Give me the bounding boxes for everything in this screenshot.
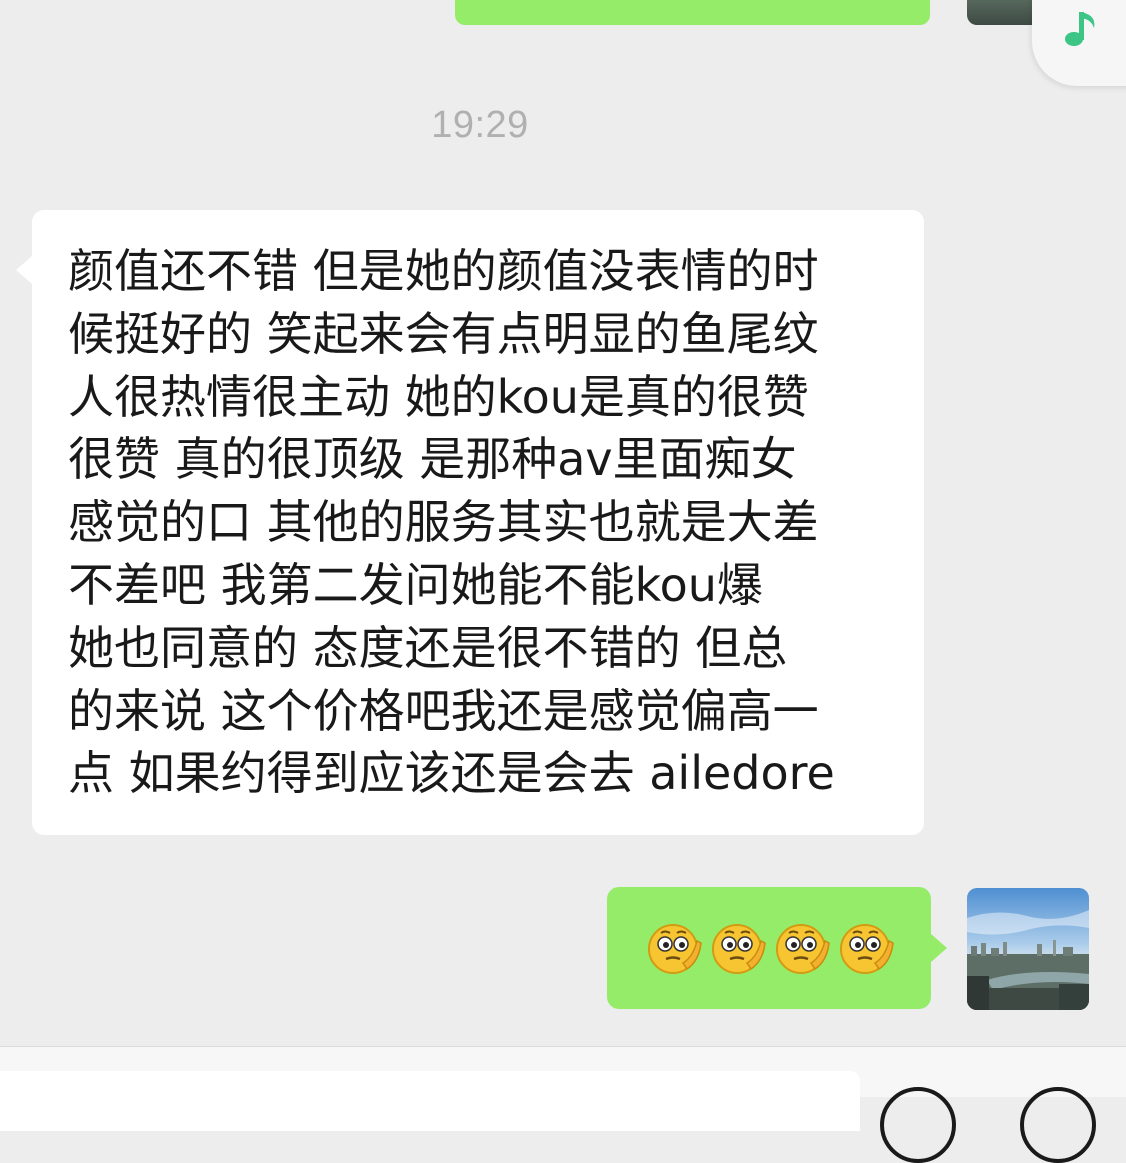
incoming-bubble-tail (16, 256, 32, 284)
thinking-face-emoji (776, 924, 830, 974)
message-input[interactable] (0, 1071, 860, 1131)
floating-music-widget[interactable] (1032, 0, 1126, 86)
incoming-message-text: 颜值还不错 但是她的颜值没表情的时 候挺好的 笑起来会有点明显的鱼尾纹 人很热情… (68, 244, 835, 801)
previous-outgoing-bubble[interactable] (455, 0, 930, 25)
emoji-row (643, 919, 895, 979)
thinking-face-emoji (648, 924, 702, 974)
outgoing-message-bubble[interactable] (607, 887, 947, 1009)
emoji-button[interactable] (880, 1087, 956, 1163)
outgoing-bubble-tail (931, 934, 947, 962)
thinking-face-emoji (712, 924, 766, 974)
thinking-face-emoji (840, 924, 894, 974)
chat-area: 19:29 颜值还不错 但是她的颜值没表情的时 候挺好的 笑起来会有点明显的鱼尾… (0, 0, 1126, 1046)
music-note-icon (1065, 12, 1095, 46)
incoming-message-bubble[interactable]: 颜值还不错 但是她的颜值没表情的时 候挺好的 笑起来会有点明显的鱼尾纹 人很热情… (16, 210, 924, 835)
bottom-input-bar (0, 1046, 1126, 1163)
cityscape-avatar-image (967, 888, 1089, 1010)
user-avatar[interactable] (967, 888, 1089, 1010)
message-timestamp: 19:29 (431, 104, 529, 146)
more-button[interactable] (1020, 1087, 1096, 1163)
